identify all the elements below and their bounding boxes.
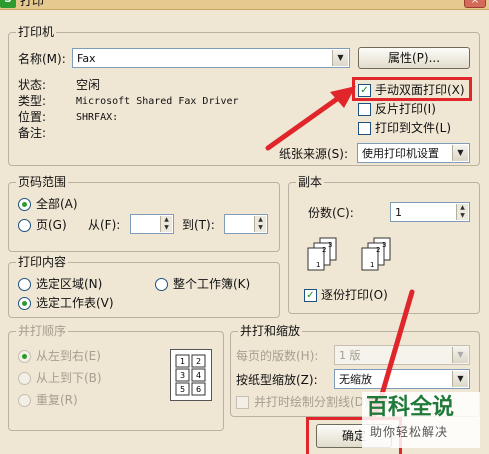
scale-label: 按纸型缩放(Z): [236,373,318,387]
location-label: 位置: [18,110,47,124]
repeat-label: 重复(R) [36,393,78,407]
collate-stack-icon: 3 2 1 [307,237,337,271]
sheet-radio[interactable] [18,297,31,310]
selection-label: 选定区域(N) [36,277,103,291]
stack-a-page-1: 1 [316,261,320,269]
watermark-title: 百科全说 [366,395,455,420]
workbook-label: 整个工作簿(K) [173,277,251,291]
chevron-down-icon: ▼ [452,145,468,161]
combine-legend: 并打和缩放 [238,324,303,338]
grid-cell-2: 2 [196,357,201,366]
stack-b-page-3: 3 [382,241,386,249]
location-value: SHRFAX: [76,112,119,123]
chevron-down-icon: ▼ [452,371,468,387]
all-pages-radio[interactable] [18,198,31,211]
stack-a-page-2: 2 [322,246,326,254]
app-icon: S [0,0,16,8]
order-legend: 并打顺序 [16,324,69,338]
red-arrow-icon [265,86,356,151]
window-title: 打印 [20,0,45,8]
draw-borders-checkbox[interactable] [236,396,249,409]
duplex-highlight [352,77,472,101]
comment-label: 备注: [18,126,47,140]
collate-stack-icon: 3 2 1 [361,237,391,271]
print-to-file-label: 打印到文件(L) [375,121,452,135]
top-to-bottom-label: 从上到下(B) [36,371,102,385]
repeat-radio[interactable] [18,394,31,407]
printer-name-label: 名称(M): [18,52,66,66]
pages-label: 页(G) [36,218,67,232]
watermark-subtitle: 助你轻松解决 [370,425,449,439]
printer-name-value: Fax [77,52,96,65]
chevron-down-icon: ▼ [452,347,468,363]
grid-cell-3: 3 [180,371,185,380]
chevron-down-icon: ▼ [332,50,348,66]
per-page-value: 1 版 [339,349,361,362]
type-value: Microsoft Shared Fax Driver [76,96,239,107]
copies-count-value: 1 [395,206,402,219]
spin-arrows-icon: ▲ ▼ [254,216,266,232]
print-content-legend: 打印内容 [16,255,69,269]
copies-count-stepper[interactable]: 1 ▲ ▼ [390,202,470,222]
title-bar: S 打印 × [0,0,489,10]
all-pages-label: 全部(A) [36,197,78,211]
grid-cell-5: 5 [180,385,185,394]
stack-b-page-2: 2 [376,246,380,254]
to-label: 到(T): [182,218,215,232]
selection-radio[interactable] [18,278,31,291]
printer-legend: 打印机 [16,25,57,39]
type-label: 类型: [18,94,47,108]
to-stepper[interactable]: ▲ ▼ [224,214,268,234]
paper-source-select[interactable]: 使用打印机设置 ▼ [357,143,470,163]
page-range-legend: 页码范围 [16,175,69,189]
close-button[interactable]: × [464,0,486,8]
left-to-right-radio[interactable] [18,350,31,363]
grid-cell-4: 4 [196,371,201,380]
printer-name-select[interactable]: Fax ▼ [72,48,350,68]
grid-cell-1: 1 [180,357,185,366]
from-label: 从(F): [88,218,121,232]
page-order-grid-icon: 1 2 3 4 5 6 [170,349,212,401]
paper-source-value: 使用打印机设置 [362,147,439,160]
collate-checkbox[interactable]: ✓ [304,289,317,302]
watermark-logo: 百科全说 助你轻松解决 [362,392,480,448]
spin-arrows-icon: ▲ ▼ [456,204,468,220]
grid-cell-6: 6 [196,385,201,394]
stack-a-page-3: 3 [328,241,332,249]
per-page-label: 每页的版数(H): [236,349,319,363]
copies-legend: 副本 [296,175,325,189]
status-value: 空闲 [76,78,101,92]
from-stepper[interactable]: ▲ ▼ [130,214,174,234]
spin-arrows-icon: ▲ ▼ [160,216,172,232]
status-label: 状态: [18,78,47,92]
copies-count-label: 份数(C): [308,206,354,220]
pages-radio[interactable] [18,219,31,232]
properties-button[interactable]: 属性(P)... [358,47,470,69]
left-to-right-label: 从左到右(E) [36,349,101,363]
stack-b-page-1: 1 [370,261,374,269]
reverse-label: 反片打印(I) [375,102,436,116]
sheet-label: 选定工作表(V) [36,296,114,310]
draw-borders-label: 并打时绘制分割线(D) [254,395,369,409]
workbook-radio[interactable] [155,278,168,291]
top-to-bottom-radio[interactable] [18,372,31,385]
